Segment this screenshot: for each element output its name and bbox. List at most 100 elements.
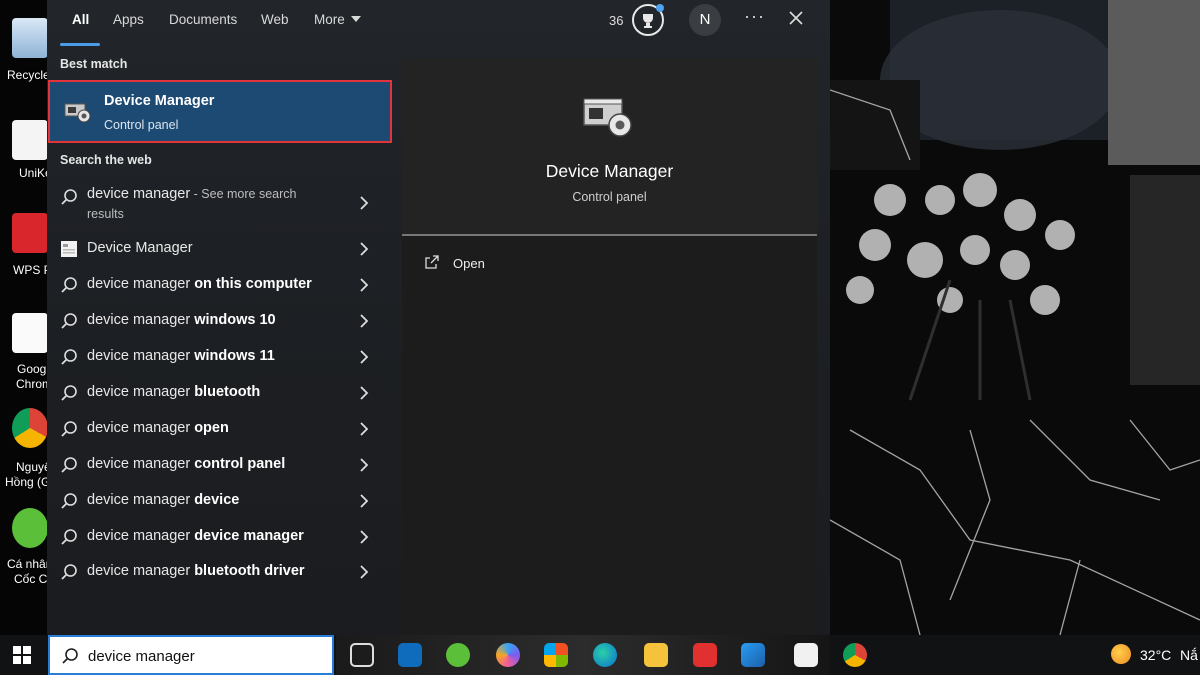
web-result-query: device manager	[87, 348, 191, 364]
preview-subtitle: Control panel	[572, 190, 647, 204]
chevron-down-icon	[350, 16, 361, 22]
web-result-query: device manager	[87, 563, 191, 579]
weather-status[interactable]: Nắ	[1180, 647, 1198, 663]
web-result-row[interactable]: device manager windows 10	[47, 302, 390, 338]
chrome-icon	[12, 408, 48, 448]
web-result-row[interactable]: Device Manager	[47, 230, 390, 266]
avatar[interactable]: N	[689, 4, 721, 36]
task-view-icon[interactable]	[350, 643, 374, 667]
desktop-icon-google-chrome[interactable]: Goog Chrom	[0, 305, 52, 395]
chevron-right-icon	[360, 278, 369, 292]
coccoc-browser-icon[interactable]	[446, 643, 470, 667]
device-manager-icon	[583, 98, 632, 137]
tab-all[interactable]: All	[72, 12, 89, 27]
microsoft-store-icon[interactable]	[544, 643, 568, 667]
web-result-row[interactable]: device manager bluetooth driver	[47, 553, 390, 589]
search-tab-bar: All Apps Documents Web More 36 N ···	[47, 0, 830, 46]
search-icon	[61, 564, 77, 580]
chevron-right-icon	[360, 494, 369, 508]
web-result-row[interactable]: device manager windows 11	[47, 338, 390, 374]
outlook-icon[interactable]	[398, 643, 422, 667]
desktop-icon-wps[interactable]: WPS P	[0, 205, 52, 285]
chevron-right-icon	[360, 196, 369, 210]
wps-office-icon	[12, 213, 48, 253]
desktop-icon-coccoc[interactable]: Cá nhân Cốc Cố	[0, 505, 54, 595]
search-the-web-heading: Search the web	[60, 153, 152, 167]
search-icon	[61, 457, 77, 473]
web-result-query: device manager	[87, 384, 191, 400]
web-result-suffix: windows 11	[190, 348, 275, 364]
tab-web[interactable]: Web	[261, 12, 289, 27]
copilot-icon[interactable]	[496, 643, 520, 667]
tab-more-label: More	[314, 12, 345, 27]
desktop-icon-recycle-bin[interactable]: Recycle	[0, 0, 50, 90]
web-result-row[interactable]: device manager control panel	[47, 446, 390, 482]
wps-office-icon[interactable]	[693, 643, 717, 667]
web-result-query: device manager	[87, 276, 191, 292]
preview-divider	[402, 234, 817, 236]
windows-start-icon[interactable]	[12, 645, 32, 665]
search-icon	[61, 313, 77, 329]
best-match-result[interactable]: Device Manager Control panel	[48, 80, 392, 143]
coccoc-icon	[12, 508, 48, 548]
web-result-suffix: control panel	[190, 456, 286, 472]
document-icon[interactable]	[794, 643, 818, 667]
web-result-query: Device Manager	[87, 240, 193, 256]
preview-title: Device Manager	[545, 161, 674, 181]
web-result-row[interactable]: device manager on this computer	[47, 266, 390, 302]
weather-sun-icon[interactable]	[1111, 644, 1131, 664]
chevron-right-icon	[360, 386, 369, 400]
search-icon	[61, 189, 77, 205]
search-input[interactable]	[88, 645, 328, 667]
start-search-panel: All Apps Documents Web More 36 N ··· Bes…	[47, 0, 830, 635]
more-options-button[interactable]: ···	[744, 6, 765, 27]
file-explorer-icon[interactable]	[644, 643, 668, 667]
web-result-query: device manager	[87, 186, 191, 202]
web-result-suffix: bluetooth	[190, 384, 261, 400]
search-icon	[61, 529, 77, 545]
chrome-icon[interactable]	[843, 643, 867, 667]
wallpaper-image	[830, 0, 1200, 635]
web-result-row[interactable]: device manager - See more search results	[47, 178, 390, 228]
web-result-suffix: open	[190, 420, 229, 436]
web-result-query: device manager	[87, 420, 191, 436]
search-icon	[61, 421, 77, 437]
taskbar-apps	[336, 635, 830, 675]
desktop-icon-chrome-profile[interactable]: Nguyê Hồng (G	[0, 405, 51, 495]
best-match-subtitle: Control panel	[104, 118, 179, 132]
edge-icon[interactable]	[593, 643, 617, 667]
web-result-row[interactable]: device manager device manager	[47, 518, 390, 554]
close-icon[interactable]	[786, 8, 806, 28]
open-label: Open	[453, 256, 485, 271]
web-result-row[interactable]: device manager bluetooth	[47, 374, 390, 410]
chevron-right-icon	[360, 350, 369, 364]
rewards-points-count: 36	[609, 13, 624, 28]
web-result-query: device manager	[87, 456, 191, 472]
chevron-right-icon	[360, 458, 369, 472]
best-match-title: Device Manager	[104, 93, 215, 109]
search-icon	[61, 385, 77, 401]
web-result-query: device manager	[87, 312, 191, 328]
tab-more[interactable]: More	[314, 12, 361, 27]
web-result-row[interactable]: device manager device	[47, 482, 390, 518]
web-result-suffix: windows 10	[190, 312, 276, 328]
device-manager-icon	[64, 103, 91, 123]
web-result-row[interactable]: device manager open	[47, 410, 390, 446]
tab-documents[interactable]: Documents	[169, 12, 237, 27]
search-icon	[61, 349, 77, 365]
temperature[interactable]: 32°C	[1140, 647, 1171, 663]
open-button[interactable]: Open	[424, 254, 544, 278]
preview-header	[402, 58, 817, 234]
search-icon	[62, 648, 78, 664]
chevron-right-icon	[360, 530, 369, 544]
tab-apps[interactable]: Apps	[113, 12, 144, 27]
search-icon	[61, 493, 77, 509]
web-result-suffix: device manager	[190, 528, 304, 544]
photos-icon[interactable]	[741, 643, 765, 667]
best-match-heading: Best match	[60, 57, 128, 71]
web-page-icon	[61, 241, 77, 257]
taskbar-search-box[interactable]	[48, 635, 334, 675]
desktop-icon-unikey[interactable]: UniKe	[0, 110, 52, 190]
web-result-suffix: - See more search	[190, 187, 297, 201]
result-preview-pane: Device Manager Control panel Open	[402, 58, 817, 635]
